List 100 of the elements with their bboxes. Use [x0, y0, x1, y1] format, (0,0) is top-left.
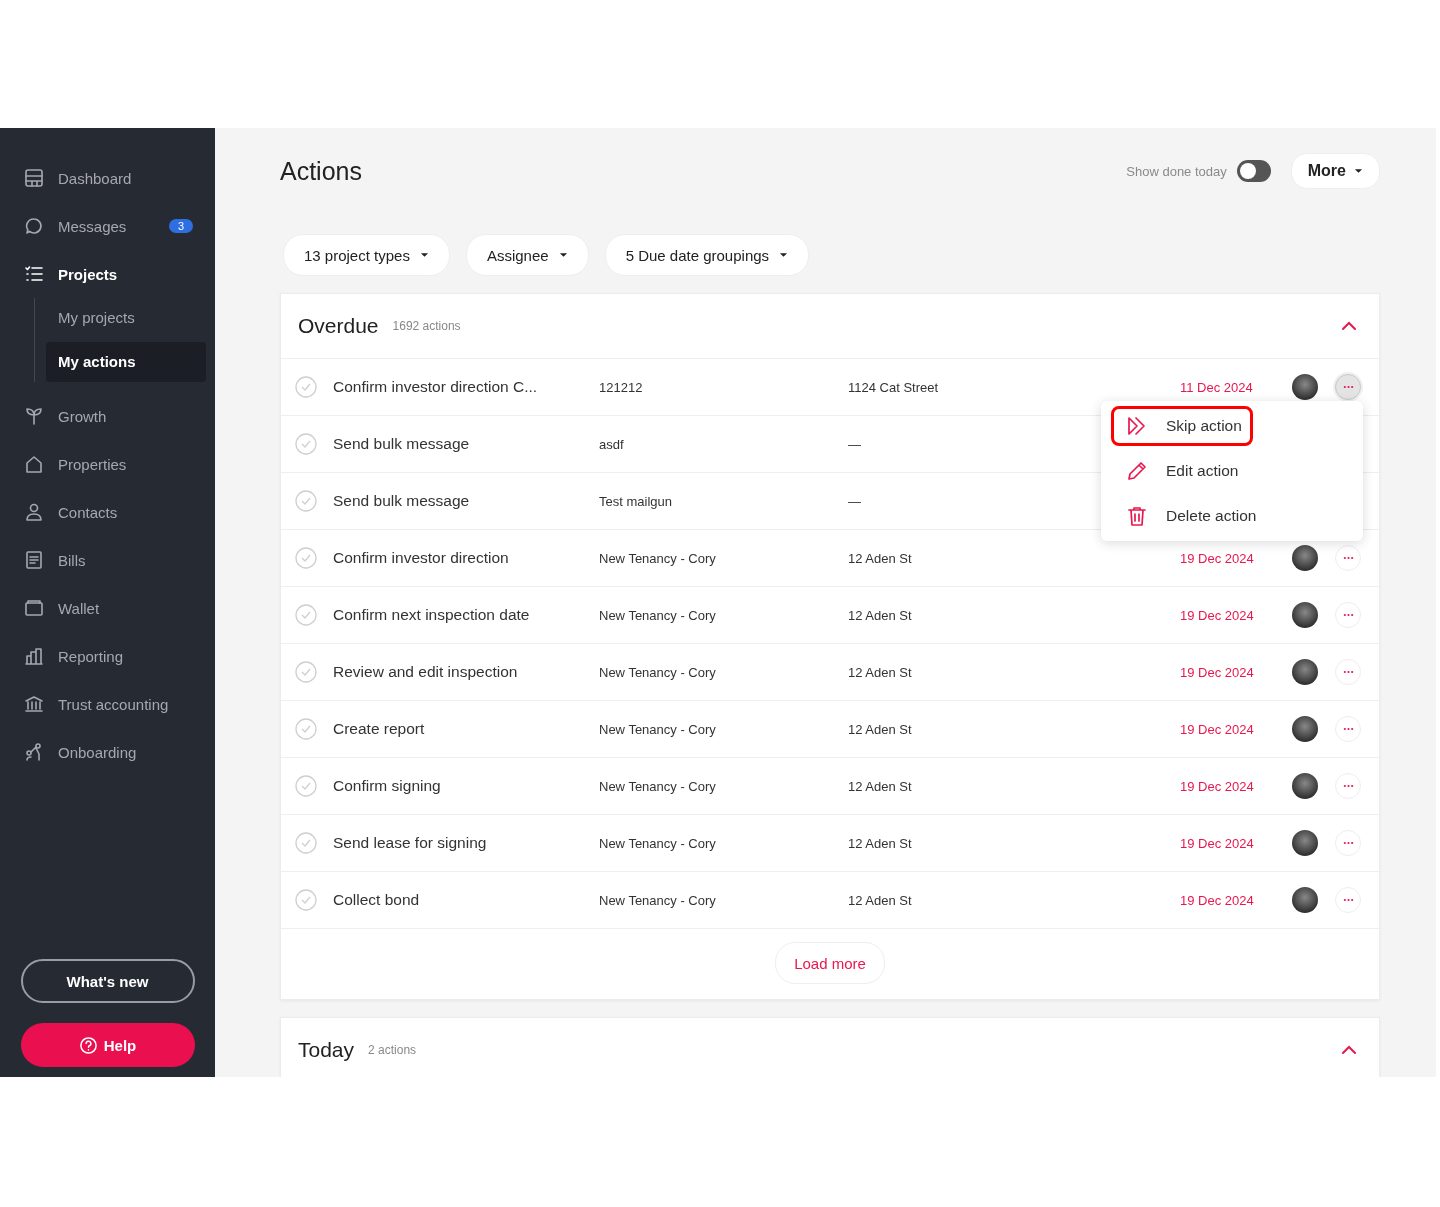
nav-item[interactable]: Contacts	[0, 488, 215, 536]
property-address: 12 Aden St	[848, 664, 913, 680]
avatar	[1292, 716, 1318, 742]
nav-item[interactable]: Projects	[0, 250, 215, 298]
action-name: Confirm signing	[333, 777, 442, 795]
complete-checkbox[interactable]	[295, 604, 317, 626]
avatar	[1292, 659, 1318, 685]
section-title: Today	[298, 1037, 355, 1063]
ellipsis-icon	[1342, 670, 1354, 674]
action-name: Confirm next inspection date	[333, 606, 531, 624]
complete-checkbox[interactable]	[295, 889, 317, 911]
show-done-toggle[interactable]	[1236, 160, 1271, 182]
wallet-icon	[24, 598, 44, 618]
nav-item[interactable]: Properties	[0, 440, 215, 488]
sprout-icon	[24, 406, 44, 426]
ellipsis-icon	[1342, 613, 1354, 617]
collapse-icon[interactable]	[1341, 1045, 1357, 1055]
nav-item[interactable]: Growth	[0, 392, 215, 440]
filter-dropdown[interactable]: Assignee	[465, 234, 589, 276]
property-address: 1124 Cat Street	[848, 379, 940, 395]
property-address: 12 Aden St	[848, 892, 913, 908]
action-name: Collect bond	[333, 891, 421, 909]
caret-icon	[1354, 168, 1363, 174]
unread-count: 3	[168, 219, 193, 233]
action-row[interactable]: Send lease for signing New Tenancy - Cory 12 Aden St 19 Dec 2024	[281, 814, 1379, 871]
page-title: Actions	[280, 156, 362, 186]
complete-checkbox[interactable]	[295, 547, 317, 569]
collapse-icon[interactable]	[1341, 321, 1357, 331]
person-icon	[24, 502, 44, 522]
nav-label: Reporting	[58, 647, 124, 665]
menu-item[interactable]: Skip action	[1111, 406, 1253, 446]
nav-item[interactable]: Messages 3	[0, 202, 215, 250]
avatar	[1292, 374, 1318, 400]
nav-label: Wallet	[58, 599, 100, 617]
nav-label: Growth	[58, 407, 107, 425]
nav-subitem[interactable]: My actions	[46, 342, 206, 382]
nav-item[interactable]: Onboarding	[0, 728, 215, 776]
action-row[interactable]: Confirm signing New Tenancy - Cory 12 Aden St 19 Dec 2024	[281, 757, 1379, 814]
bill-icon	[24, 550, 44, 570]
load-more-button[interactable]: Load more	[775, 942, 885, 984]
avatar	[1292, 887, 1318, 913]
project-name: New Tenancy - Cory	[599, 664, 717, 680]
complete-checkbox[interactable]	[295, 832, 317, 854]
nav-label: Messages	[58, 217, 127, 235]
property-address: 12 Aden St	[848, 550, 913, 566]
action-name: Review and edit inspection	[333, 663, 519, 681]
complete-checkbox[interactable]	[295, 661, 317, 683]
avatar	[1292, 545, 1318, 571]
complete-checkbox[interactable]	[295, 775, 317, 797]
more-button[interactable]: More	[1290, 153, 1380, 189]
due-date: 11 Dec 2024	[1180, 379, 1254, 395]
ellipsis-icon	[1342, 385, 1354, 389]
nav-item[interactable]: Trust accounting	[0, 680, 215, 728]
project-name: Test mailgun	[599, 493, 673, 509]
project-name: New Tenancy - Cory	[599, 835, 717, 851]
property-address: 12 Aden St	[848, 835, 913, 851]
list-icon	[24, 264, 44, 284]
project-name: 121212	[599, 379, 644, 395]
action-row[interactable]: Collect bond New Tenancy - Cory 12 Aden St 19 Dec 2024	[281, 871, 1379, 928]
action-name: Send lease for signing	[333, 834, 488, 852]
avatar	[1292, 830, 1318, 856]
nav-item[interactable]: Reporting	[0, 632, 215, 680]
due-date: 19 Dec 2024	[1180, 892, 1255, 908]
nav-label: Onboarding	[58, 743, 137, 761]
project-name: New Tenancy - Cory	[599, 607, 717, 623]
action-row[interactable]: Create report New Tenancy - Cory 12 Aden St 19 Dec 2024	[281, 700, 1379, 757]
pencil-icon	[1126, 460, 1148, 482]
complete-checkbox[interactable]	[295, 490, 317, 512]
nav-subitem[interactable]: My projects	[46, 298, 206, 338]
nav-label: Dashboard	[58, 169, 132, 187]
due-date: 19 Dec 2024	[1180, 721, 1255, 737]
action-row[interactable]: Review and edit inspection New Tenancy - Cory 12 Aden St 19 Dec 2024	[281, 643, 1379, 700]
filter-dropdown[interactable]: 5 Due date groupings	[604, 234, 810, 276]
complete-checkbox[interactable]	[295, 376, 317, 398]
action-row[interactable]: Confirm next inspection date New Tenancy - Cory 12 Aden St 19 Dec 2024	[281, 586, 1379, 643]
nav-item[interactable]: Wallet	[0, 584, 215, 632]
nav-label: Properties	[58, 455, 127, 473]
whats-new-button[interactable]: What's new	[20, 959, 195, 1003]
project-name: New Tenancy - Cory	[599, 721, 717, 737]
ellipsis-icon	[1342, 841, 1354, 845]
nav-item[interactable]: Dashboard	[0, 154, 215, 202]
property-address: —	[848, 493, 862, 509]
due-date: 19 Dec 2024	[1180, 778, 1255, 794]
share-icon	[24, 742, 44, 762]
avatar	[1292, 773, 1318, 799]
nav-item[interactable]: Bills	[0, 536, 215, 584]
ellipsis-icon	[1342, 556, 1354, 560]
action-name: Send bulk message	[333, 435, 471, 453]
more-actions-button[interactable]	[1335, 374, 1361, 400]
ellipsis-icon	[1342, 727, 1354, 731]
filter-dropdown[interactable]: 13 project types	[283, 234, 450, 276]
nav-label: Bills	[58, 551, 86, 569]
project-name: New Tenancy - Cory	[599, 550, 717, 566]
help-button[interactable]: Help	[20, 1023, 195, 1067]
complete-checkbox[interactable]	[295, 433, 317, 455]
double-chevron-icon	[1126, 415, 1148, 437]
ellipsis-icon	[1342, 784, 1354, 788]
project-name: New Tenancy - Cory	[599, 892, 717, 908]
property-address: 12 Aden St	[848, 721, 913, 737]
complete-checkbox[interactable]	[295, 718, 317, 740]
